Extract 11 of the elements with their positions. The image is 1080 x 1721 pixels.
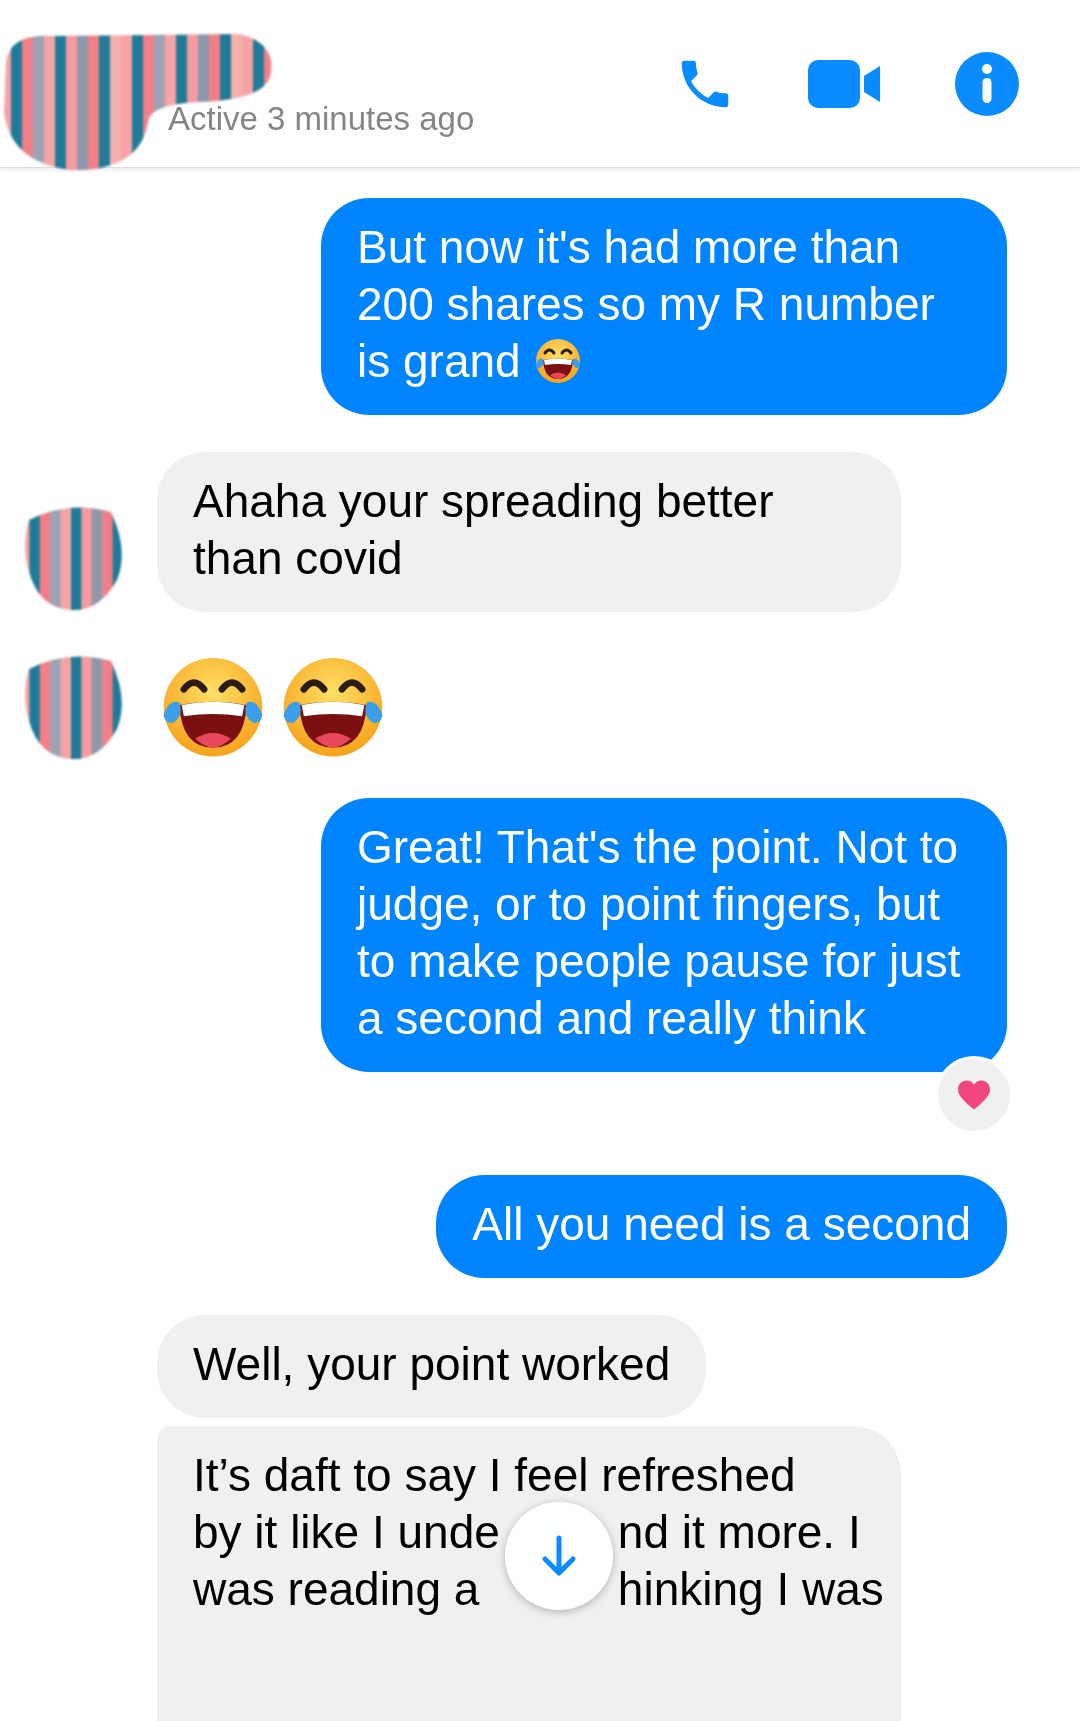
info-icon[interactable] <box>954 50 1020 117</box>
message-bubble: Well, your point worked <box>157 1315 707 1418</box>
active-status: Active 3 minutes ago <box>168 99 475 138</box>
heart-icon <box>956 1079 992 1111</box>
message-bubble: But now it's had more than 200 shares so my R number is grand <box>321 198 1007 415</box>
message-bubble: Great! That's the point. Not to judge, or to point fingers, but to make people pause for just a second and really think <box>321 798 1007 1072</box>
scroll-down-button[interactable] <box>504 1502 613 1610</box>
message-bubble: It’s daft to say I feel refreshed by it like I unde nd it more. I was reading a hinking I was <box>157 1426 901 1721</box>
video-camera-icon[interactable] <box>808 57 882 110</box>
message-bubble: Ahaha your spreading better than covid <box>157 452 901 612</box>
message-bubble: All you need is a second <box>436 1175 1007 1278</box>
